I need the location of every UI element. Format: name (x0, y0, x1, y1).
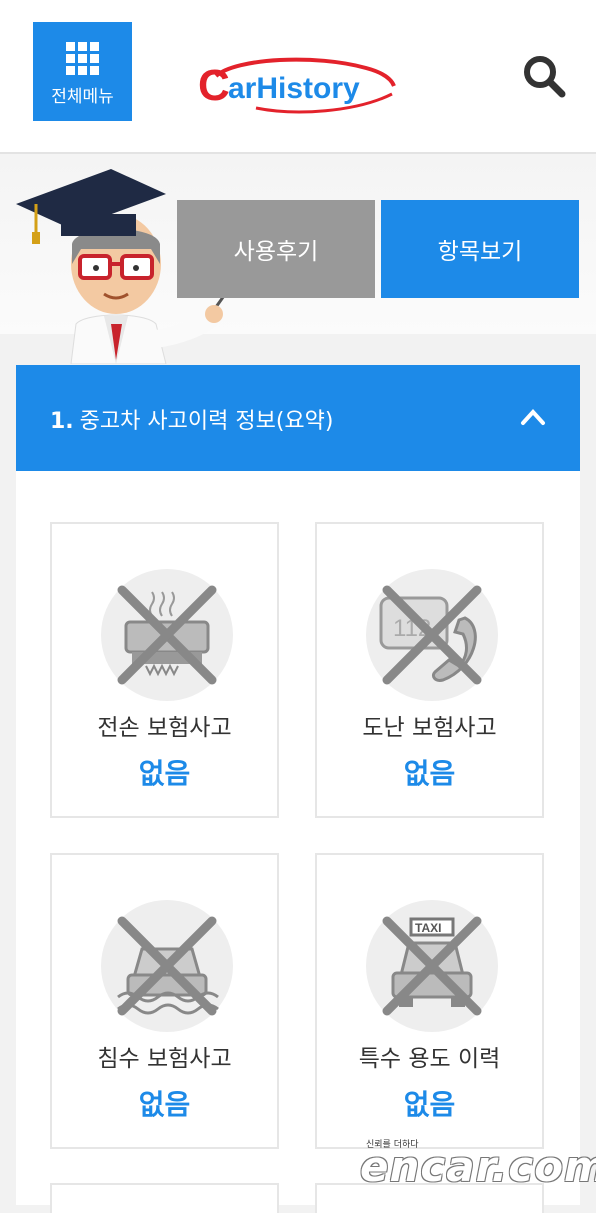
chevron-up-icon[interactable] (520, 407, 546, 427)
card-value: 없음 (403, 1088, 456, 1121)
card-value: 없음 (138, 757, 191, 790)
svg-text:arHistory: arHistory (228, 72, 360, 105)
svg-text:TAXI: TAXI (415, 921, 441, 935)
view-items-button[interactable]: 항목보기 (381, 200, 579, 298)
next-card-partial (50, 1183, 279, 1213)
theft-card: 112 도난 보험사고 없음 (315, 522, 544, 818)
section-number: 1. (50, 409, 74, 434)
section-title: 1. 중고차 사고이력 정보(요약) (50, 403, 333, 435)
svg-text:C: C (198, 61, 230, 110)
card-label: 도난 보험사고 (362, 715, 497, 741)
full-menu-label: 전체메뉴 (51, 87, 114, 107)
theft-phone-icon: 112 (366, 569, 498, 701)
encar-watermark: encar.com (360, 1142, 596, 1191)
carhistory-logo[interactable]: C arHistory (196, 50, 401, 120)
flood-card: 침수 보험사고 없음 (50, 853, 279, 1149)
card-value: 없음 (403, 757, 456, 790)
special-use-card: TAXI 특수 용도 이력 없음 (315, 853, 544, 1149)
search-icon[interactable] (520, 52, 568, 100)
grid-menu-icon (66, 42, 99, 75)
flood-car-icon (101, 900, 233, 1032)
section-header[interactable]: 1. 중고차 사고이력 정보(요약) (16, 365, 580, 471)
review-button[interactable]: 사용후기 (177, 200, 375, 298)
section-title-text: 중고차 사고이력 정보(요약) (79, 409, 334, 434)
full-menu-button[interactable]: 전체메뉴 (33, 22, 132, 121)
header: 전체메뉴 C arHistory (0, 0, 596, 154)
card-label: 특수 용도 이력 (358, 1046, 501, 1072)
taxi-icon: TAXI (366, 900, 498, 1032)
total-loss-card: 전손 보험사고 없음 (50, 522, 279, 818)
accident-summary-section: 1. 중고차 사고이력 정보(요약) 전손 보험사고 없음 112 도난 보험사… (16, 365, 580, 1213)
card-value: 없음 (138, 1088, 191, 1121)
total-loss-car-icon (101, 569, 233, 701)
card-label: 전손 보험사고 (97, 715, 232, 741)
card-label: 침수 보험사고 (97, 1046, 232, 1072)
